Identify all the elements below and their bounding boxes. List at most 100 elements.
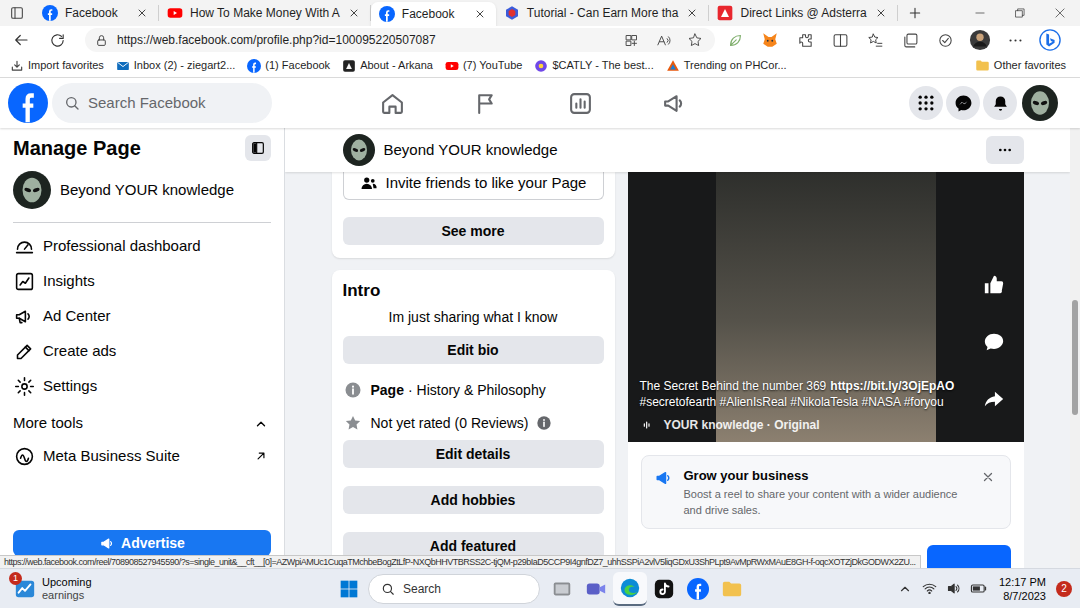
chart-icon[interactable] bbox=[533, 78, 627, 128]
page-avatar[interactable] bbox=[343, 134, 375, 166]
favorite-item[interactable]: Inbox (2) - ziegart2... bbox=[116, 57, 236, 74]
intro-button[interactable]: Add hobbies bbox=[343, 486, 604, 514]
tiktok-icon[interactable] bbox=[647, 572, 681, 606]
intro-button[interactable]: Edit details bbox=[343, 440, 604, 468]
clock-date[interactable]: 8/7/2023 bbox=[1003, 589, 1046, 603]
search-input[interactable] bbox=[88, 92, 260, 115]
notification-badge[interactable]: 2 bbox=[1056, 581, 1072, 597]
like-thumb-icon[interactable] bbox=[981, 272, 1007, 298]
see-more-label[interactable]: See more bbox=[441, 221, 504, 242]
fox-icon[interactable] bbox=[756, 28, 784, 52]
advertise-button[interactable]: Advertise bbox=[13, 530, 271, 556]
page-avatar[interactable] bbox=[1022, 85, 1058, 121]
intro-button-label[interactable]: Add hobbies bbox=[431, 490, 516, 511]
page-switcher[interactable]: Beyond YOUR knowledge bbox=[13, 168, 271, 212]
more-tools-toggle[interactable]: More tools bbox=[13, 406, 271, 441]
clock-time[interactable]: 12:17 PM bbox=[999, 575, 1046, 589]
page-name[interactable]: Beyond YOUR knowledge bbox=[60, 179, 234, 202]
favorite-label[interactable]: About - Arkana bbox=[360, 57, 433, 74]
address-bar[interactable]: https://web.facebook.com/profile.php?id=… bbox=[85, 28, 715, 52]
sidebar-tool[interactable]: Meta Business Suite bbox=[13, 441, 271, 471]
refresh-icon[interactable] bbox=[42, 32, 72, 49]
windows-start-icon[interactable] bbox=[336, 572, 362, 606]
messenger-icon[interactable] bbox=[946, 86, 980, 120]
sidebar-item[interactable]: Settings bbox=[13, 369, 271, 404]
more-options-icon[interactable] bbox=[986, 136, 1024, 164]
edge-icon[interactable] bbox=[613, 572, 647, 606]
speaker-icon[interactable] bbox=[945, 581, 963, 596]
close-tab-icon[interactable] bbox=[873, 5, 889, 21]
url-text[interactable]: https://web.facebook.com/profile.php?id=… bbox=[117, 31, 436, 49]
tab-title[interactable]: Facebook bbox=[65, 4, 118, 22]
close-x-icon[interactable] bbox=[978, 467, 998, 487]
wifi-icon[interactable] bbox=[921, 581, 939, 596]
browser-tab[interactable]: Direct Links @ Adsterra bbox=[709, 5, 897, 21]
sidebar-tool-label[interactable]: Meta Business Suite bbox=[43, 445, 243, 468]
scrollbar[interactable] bbox=[1070, 128, 1080, 568]
app-available-icon[interactable] bbox=[619, 33, 643, 48]
edit-bio-button[interactable]: Edit bio bbox=[343, 336, 604, 364]
caret-up-icon[interactable] bbox=[251, 417, 271, 431]
tab-title[interactable]: Facebook bbox=[402, 5, 455, 23]
intro-button-label[interactable]: Edit details bbox=[436, 444, 511, 465]
collapse-icon[interactable] bbox=[245, 135, 271, 161]
split-screen-icon[interactable] bbox=[826, 28, 854, 52]
scrollbar-thumb[interactable] bbox=[1072, 300, 1078, 415]
caption-link[interactable]: https://bit.ly/3OjEpAO bbox=[830, 378, 954, 394]
other-favorites[interactable]: Other favorites bbox=[975, 57, 1070, 74]
profile-icon[interactable] bbox=[966, 28, 994, 52]
bing-icon[interactable] bbox=[1036, 28, 1064, 52]
favorite-label[interactable]: Inbox (2) - ziegart2... bbox=[134, 57, 236, 74]
facebook-logo-icon[interactable] bbox=[8, 83, 48, 123]
close-tab-icon[interactable] bbox=[472, 6, 488, 22]
more-tools-label[interactable]: More tools bbox=[13, 412, 83, 435]
boost-button[interactable] bbox=[927, 545, 1011, 568]
chevron-up-icon[interactable] bbox=[895, 582, 915, 596]
widgets-button[interactable]: 1Upcomingearnings bbox=[0, 576, 330, 602]
favorite-item[interactable]: Trending on PHCor... bbox=[666, 57, 787, 74]
favorite-item[interactable]: (1) Facebook bbox=[247, 57, 330, 74]
edit-bio-label[interactable]: Edit bio bbox=[447, 340, 498, 361]
browser-tab[interactable]: Tutorial - Can Earn More tha bbox=[496, 5, 710, 21]
close-tab-icon[interactable] bbox=[684, 5, 700, 21]
favorite-label[interactable]: (7) YouTube bbox=[463, 57, 523, 74]
tab-title[interactable]: How To Make Money With A bbox=[190, 4, 340, 22]
favorite-item[interactable]: $CATLY - The best... bbox=[534, 57, 653, 74]
favorite-item[interactable]: About - Arkana bbox=[342, 57, 433, 74]
home-icon[interactable] bbox=[345, 78, 439, 128]
favorite-label[interactable]: $CATLY - The best... bbox=[552, 57, 653, 74]
taskbar-search-label[interactable]: Search bbox=[403, 580, 441, 598]
browser-tab[interactable]: How To Make Money With A bbox=[159, 5, 371, 21]
advertise-label[interactable]: Advertise bbox=[121, 533, 185, 554]
menu-grid-icon[interactable] bbox=[909, 86, 943, 120]
page-avatar[interactable] bbox=[13, 171, 51, 209]
favorite-label[interactable]: (1) Facebook bbox=[265, 57, 330, 74]
favorites-list-icon[interactable] bbox=[861, 28, 889, 52]
read-aloud-icon[interactable] bbox=[651, 33, 675, 48]
restore-icon[interactable] bbox=[1000, 0, 1040, 26]
search-field[interactable] bbox=[52, 83, 272, 123]
more-dots-icon[interactable] bbox=[1001, 28, 1029, 52]
meet-icon[interactable] bbox=[579, 572, 613, 606]
sidebar-item-label[interactable]: Create ads bbox=[43, 340, 116, 363]
tab-actions-icon[interactable] bbox=[0, 0, 34, 26]
folder-icon[interactable] bbox=[715, 572, 749, 606]
other-favorites-label[interactable]: Other favorites bbox=[994, 57, 1066, 74]
back-arrow-icon[interactable] bbox=[6, 31, 36, 49]
extension-icon[interactable] bbox=[931, 28, 959, 52]
author-label[interactable]: YOUR knowledge · Original bbox=[664, 416, 820, 434]
tab-title[interactable]: Direct Links @ Adsterra bbox=[740, 4, 866, 22]
facebook-icon[interactable] bbox=[681, 572, 715, 606]
collections-icon[interactable] bbox=[896, 28, 924, 52]
close-window-icon[interactable] bbox=[1040, 0, 1080, 26]
sidebar-item[interactable]: Insights bbox=[13, 264, 271, 299]
favorite-label[interactable]: Trending on PHCor... bbox=[684, 57, 787, 74]
info-icon[interactable] bbox=[536, 415, 552, 431]
sidebar-item[interactable]: Ad Center bbox=[13, 299, 271, 334]
sidebar-item-label[interactable]: Ad Center bbox=[43, 305, 111, 328]
sidebar-item[interactable]: Create ads bbox=[13, 334, 271, 369]
favorite-item[interactable]: (7) YouTube bbox=[445, 57, 523, 74]
intro-button-label[interactable]: Add featured bbox=[430, 536, 516, 557]
reel-video[interactable]: The Secret Behind the number 369https://… bbox=[628, 172, 1024, 442]
favorite-item[interactable]: Import favorites bbox=[10, 57, 104, 74]
